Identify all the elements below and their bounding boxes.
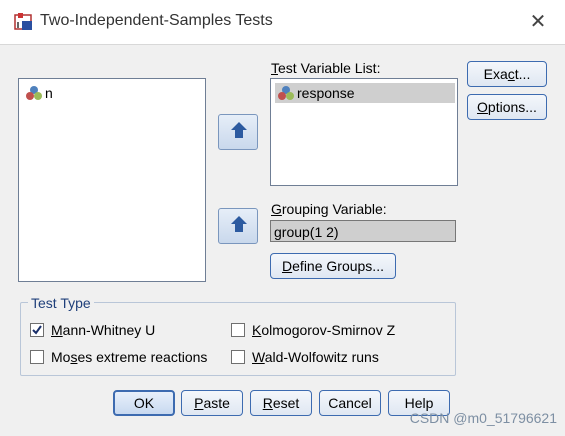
test-variable-list[interactable]: response xyxy=(270,78,458,186)
grouping-variable-field[interactable]: group(1 2) xyxy=(270,220,456,242)
list-item-label: n xyxy=(45,85,53,101)
mann-whitney-checkbox[interactable] xyxy=(30,323,44,337)
checkmark-icon xyxy=(32,325,42,335)
watermark: CSDN @m0_51796621 xyxy=(409,410,557,426)
paste-button[interactable]: Paste xyxy=(181,390,243,416)
window-title: Two-Independent-Samples Tests xyxy=(40,12,273,29)
nominal-variable-icon xyxy=(25,85,43,101)
grouping-variable-label: Grouping Variable: xyxy=(271,201,387,217)
cancel-button[interactable]: Cancel xyxy=(319,390,381,416)
options-button[interactable]: Options... xyxy=(467,94,547,120)
kolmogorov-smirnov-label[interactable]: Kolmogorov-Smirnov Z xyxy=(252,322,395,338)
close-button[interactable]: ✕ xyxy=(521,8,555,36)
moses-extreme-label[interactable]: Moses extreme reactions xyxy=(51,349,207,365)
list-item-label: response xyxy=(297,85,355,101)
list-item[interactable]: n xyxy=(23,83,53,103)
move-to-grouping-button[interactable] xyxy=(218,208,258,244)
list-item[interactable]: response xyxy=(275,83,455,103)
exact-button[interactable]: Exact... xyxy=(467,61,547,87)
wald-wolfowitz-label[interactable]: Wald-Wolfowitz runs xyxy=(252,349,379,365)
moses-extreme-checkbox[interactable] xyxy=(30,350,44,364)
nominal-variable-icon xyxy=(277,85,295,101)
source-variable-list[interactable]: n xyxy=(18,78,206,282)
test-variable-list-label: Test Variable List: xyxy=(271,60,381,76)
kolmogorov-smirnov-checkbox[interactable] xyxy=(231,323,245,337)
arrow-right-icon xyxy=(231,216,247,232)
mann-whitney-label[interactable]: Mann-Whitney U xyxy=(51,322,155,338)
test-type-title: Test Type xyxy=(28,295,94,311)
move-to-test-list-button[interactable] xyxy=(218,114,258,150)
define-groups-button[interactable]: Define Groups... xyxy=(270,253,396,279)
ok-button[interactable]: OK xyxy=(113,390,175,416)
title-bar: Two-Independent-Samples Tests ✕ xyxy=(0,0,565,45)
arrow-right-icon xyxy=(231,122,247,138)
spss-app-icon xyxy=(14,12,34,32)
wald-wolfowitz-checkbox[interactable] xyxy=(231,350,245,364)
reset-button[interactable]: Reset xyxy=(250,390,312,416)
